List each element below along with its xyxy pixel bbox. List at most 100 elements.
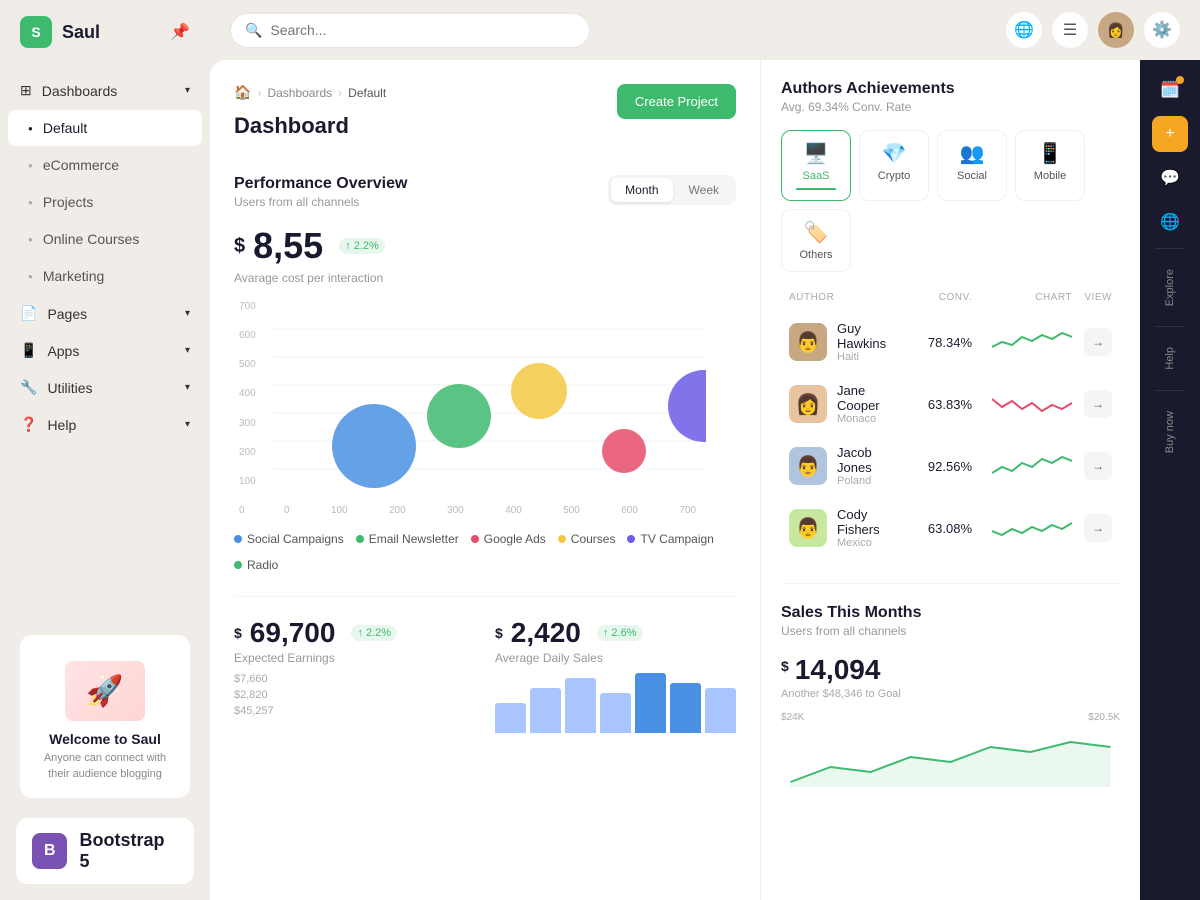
tab-month[interactable]: Month [611,178,672,202]
bootstrap-label: Bootstrap 5 [79,830,178,872]
search-input[interactable] [270,22,575,38]
cat-tab-social[interactable]: 👥 Social [937,130,1007,201]
legend-label-courses: Courses [571,532,616,546]
dashboard-content: 🏠 › Dashboards › Default Dashboard Creat… [210,60,1200,900]
welcome-card: 🚀 Welcome to Saul Anyone can connect wit… [20,635,190,798]
pin-icon[interactable]: 📌 [170,22,190,42]
sales-value: 14,094 [795,654,881,686]
sidebar-item-utilities[interactable]: 🔧 Utilities ▾ [0,369,210,406]
bar-label-1: $7,660 [234,673,475,685]
saas-label: SaaS [803,170,830,182]
sales-section: Sales This Months Users from all channel… [781,583,1120,792]
main-area: 🔍 🌐 ☰ 👩 ⚙️ 🏠 › Dashboards › Default [210,0,1200,900]
legend-tv: TV Campaign [627,532,713,546]
legend-label-social: Social Campaigns [247,532,344,546]
cat-tab-others[interactable]: 🏷️ Others [781,209,851,272]
create-project-button[interactable]: Create Project [617,84,736,119]
help-arrow-icon: ▾ [185,419,190,430]
legend-dot-google [471,535,479,543]
sidebar-item-projects[interactable]: ● Projects [8,184,202,220]
tab-week[interactable]: Week [675,178,733,202]
pages-arrow-icon: ▾ [185,308,190,319]
explore-button[interactable]: Explore [1164,257,1176,318]
breadcrumb-home[interactable]: 🏠 [234,84,251,101]
author-row-1: 👨 Guy Hawkins Haiti 78.34% → [781,311,1120,373]
sales-chart [781,727,1120,787]
author-name-3: Jacob Jones [837,445,902,475]
sales-title: Sales This Months [781,604,1120,622]
avatar[interactable]: 👩 [1098,12,1134,48]
sparkline-4 [992,513,1072,543]
sidebar-item-online-courses[interactable]: ● Online Courses [8,221,202,257]
breadcrumb-dashboards[interactable]: Dashboards [267,86,332,100]
sales-goal: Another $48,346 to Goal [781,688,1120,700]
cat-tab-saas[interactable]: 🖥️ SaaS [781,130,851,201]
notification-icon[interactable]: 🌐 [1006,12,1042,48]
view-btn-2[interactable]: → [1084,390,1112,418]
sidebar-item-marketing[interactable]: ● Marketing [8,258,202,294]
col-header-author: AUTHOR [789,292,902,303]
sales-subtitle: Users from all channels [781,624,1120,638]
performance-subtitle: Users from all channels [234,195,407,209]
author-conv-2: 63.83% [902,397,972,412]
sidebar-item-dashboards[interactable]: ⊞ Dashboards ▾ [0,72,210,109]
apps-icon: 📱 [20,342,37,359]
view-btn-1[interactable]: → [1084,328,1112,356]
breadcrumb-default[interactable]: Default [348,86,386,100]
legend-dot-email [356,535,364,543]
sidebar-header: S Saul 📌 [0,0,210,64]
cat-tab-mobile[interactable]: 📱 Mobile [1015,130,1085,201]
bar-labels: $7,660 $2,820 $45,257 [234,673,475,717]
authors-subtitle: Avg. 69.34% Conv. Rate [781,100,1120,114]
metric-label: Avarage cost per interaction [234,271,736,285]
author-conv-3: 92.56% [902,459,972,474]
others-icon: 🏷️ [804,220,829,245]
others-label: Others [799,249,832,261]
bubble-chart-svg [274,301,706,501]
sidebar-item-ecommerce[interactable]: ● eCommerce [8,147,202,183]
performance-header: Performance Overview Users from all chan… [234,175,736,209]
chat-icon[interactable]: 💬 [1152,160,1188,196]
breadcrumb-sep-2: › [338,86,342,100]
page-title: Dashboard [234,113,386,139]
globe-icon[interactable]: 🌐 [1152,204,1188,240]
apps-arrow-icon: ▾ [185,345,190,356]
pages-icon: 📄 [20,305,37,322]
metric-badge: ↑ 2.2% [339,238,385,254]
settings-icon[interactable]: ⚙️ [1144,12,1180,48]
author-avatar-3: 👨 [789,447,827,485]
author-name-1: Guy Hawkins [837,321,902,351]
sidebar-item-default[interactable]: ● Default [8,110,202,146]
sidebar-item-apps[interactable]: 📱 Apps ▾ [0,332,210,369]
view-btn-4[interactable]: → [1084,514,1112,542]
online-courses-label: Online Courses [43,231,140,247]
cat-tab-crypto[interactable]: 💎 Crypto [859,130,929,201]
add-icon[interactable]: + [1152,116,1188,152]
performance-tabs: Month Week [608,175,736,205]
saas-active-line [796,188,836,190]
calendar-icon[interactable]: 🗓️ [1152,72,1188,108]
search-box[interactable]: 🔍 [230,13,590,48]
author-info-1: Guy Hawkins Haiti [837,321,902,363]
stat-badge-2: ↑ 2.6% [597,625,643,641]
buy-now-button[interactable]: Buy now [1164,399,1176,465]
bootstrap-badge: B Bootstrap 5 [16,818,194,884]
author-chart-2 [972,389,1072,419]
sidebar-item-pages[interactable]: 📄 Pages ▾ [0,295,210,332]
help-button[interactable]: Help [1164,335,1176,382]
sales-y-label-2: $20.5K [1088,712,1120,723]
sidebar-item-help[interactable]: ❓ Help ▾ [0,406,210,443]
welcome-subtitle: Anyone can connect with their audience b… [36,751,174,782]
menu-icon[interactable]: ☰ [1052,12,1088,48]
dashboards-grid-icon: ⊞ [20,82,32,99]
view-btn-3[interactable]: → [1084,452,1112,480]
bootstrap-icon: B [32,833,67,869]
metric-value: 8,55 [253,225,323,267]
stats-row: $ 69,700 ↑ 2.2% Expected Earnings $7,660… [234,596,736,733]
pages-label: Pages [47,306,87,322]
sparkline-2 [992,389,1072,419]
author-avatar-1: 👨 [789,323,827,361]
legend-courses: Courses [558,532,616,546]
sales-y-labels: $24K $20.5K [781,712,1120,723]
author-location-2: Monaco [837,413,902,425]
